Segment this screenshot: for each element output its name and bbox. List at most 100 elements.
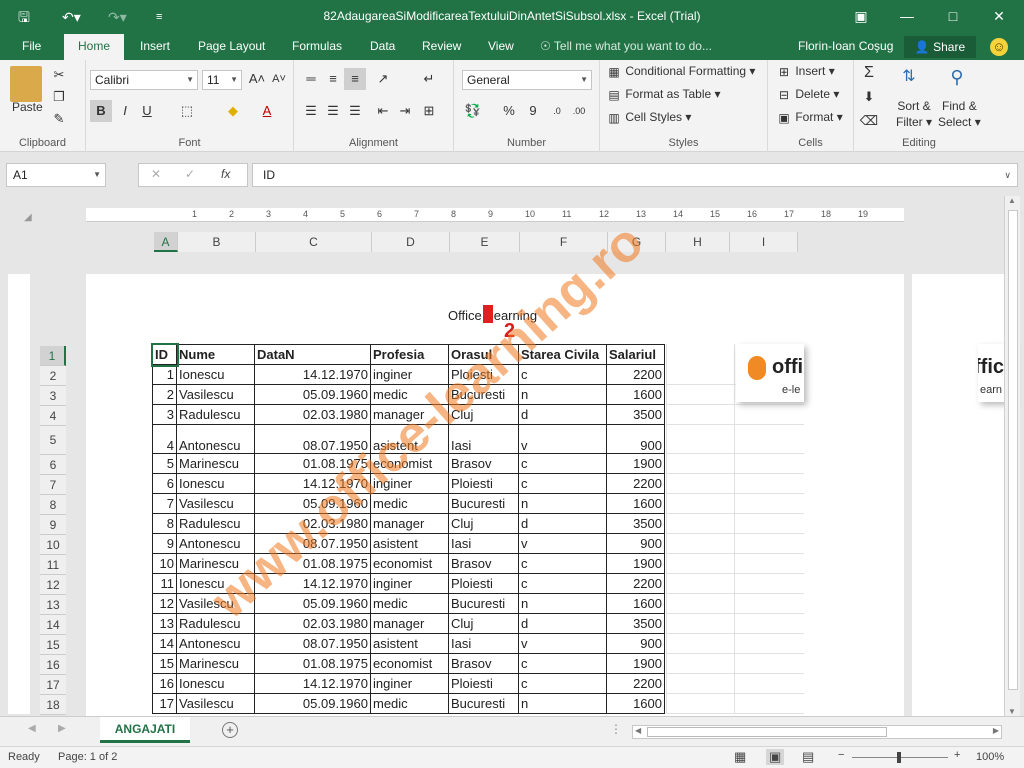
table-cell[interactable]: medic: [370, 384, 449, 405]
scroll-up-icon[interactable]: ▲: [1008, 196, 1016, 205]
table-cell[interactable]: Bucuresti: [448, 593, 519, 614]
table-cell[interactable]: 2: [152, 384, 177, 405]
row-header[interactable]: 9: [40, 515, 66, 535]
row-header[interactable]: 6: [40, 455, 66, 475]
zoom-in-icon[interactable]: +: [954, 749, 960, 761]
align-left-icon[interactable]: ☰: [300, 100, 322, 122]
align-bottom-icon[interactable]: ≡: [344, 68, 366, 90]
page-layout-view-icon[interactable]: ▣: [766, 749, 785, 765]
zoom-out-icon[interactable]: −: [838, 749, 844, 761]
row-header[interactable]: 1: [40, 346, 66, 366]
table-cell[interactable]: manager: [370, 613, 449, 634]
cut-icon[interactable]: ✂: [48, 64, 70, 86]
table-header-cell[interactable]: Starea Civila: [518, 344, 607, 365]
table-cell[interactable]: 1: [152, 364, 177, 385]
underline-button[interactable]: U: [136, 100, 158, 122]
bold-button[interactable]: B: [90, 100, 112, 122]
table-cell[interactable]: 1600: [606, 693, 665, 714]
format-cells-button[interactable]: ▣ Format ▾: [776, 110, 842, 126]
table-cell[interactable]: inginer: [370, 364, 449, 385]
table-cell[interactable]: v: [518, 533, 607, 554]
table-cell[interactable]: asistent: [370, 633, 449, 654]
table-cell[interactable]: 08.07.1950: [254, 424, 371, 454]
row-header[interactable]: 16: [40, 655, 66, 675]
format-painter-icon[interactable]: ✎: [48, 108, 70, 130]
tab-page-layout[interactable]: Page Layout: [196, 34, 267, 60]
table-cell[interactable]: Iasi: [448, 533, 519, 554]
table-cell[interactable]: 6: [152, 473, 177, 494]
row-header[interactable]: 3: [40, 386, 66, 406]
maximize-icon[interactable]: □: [930, 0, 976, 34]
table-cell[interactable]: c: [518, 553, 607, 574]
table-cell[interactable]: v: [518, 424, 607, 454]
table-cell[interactable]: 1600: [606, 384, 665, 405]
table-cell[interactable]: Iasi: [448, 633, 519, 654]
decrease-decimal-icon[interactable]: .00: [568, 100, 590, 122]
table-cell[interactable]: Ploiesti: [448, 673, 519, 694]
format-as-table-button[interactable]: ▤ Format as Table ▾: [606, 87, 720, 103]
font-color-icon[interactable]: A: [256, 100, 278, 122]
table-header-cell[interactable]: Nume: [176, 344, 255, 365]
cancel-icon[interactable]: ✕: [151, 167, 161, 181]
row-header[interactable]: 5: [40, 426, 66, 455]
table-cell[interactable]: c: [518, 653, 607, 674]
column-header-h[interactable]: H: [666, 232, 730, 252]
normal-view-icon[interactable]: ▦: [734, 749, 746, 765]
table-cell[interactable]: inginer: [370, 673, 449, 694]
table-cell[interactable]: 08.07.1950: [254, 633, 371, 654]
row-header[interactable]: 8: [40, 495, 66, 515]
table-cell[interactable]: 3500: [606, 613, 665, 634]
table-cell[interactable]: 02.03.1980: [254, 513, 371, 534]
fill-icon[interactable]: ⬇: [858, 86, 880, 108]
zoom-slider-handle[interactable]: [897, 752, 901, 763]
table-cell[interactable]: Cluj: [448, 613, 519, 634]
table-cell[interactable]: 8: [152, 513, 177, 534]
next-sheet-icon[interactable]: ▶: [58, 723, 66, 734]
table-cell[interactable]: inginer: [370, 473, 449, 494]
table-cell[interactable]: 9: [152, 533, 177, 554]
table-cell[interactable]: c: [518, 573, 607, 594]
increase-indent-icon[interactable]: ⇥: [394, 100, 416, 122]
tab-view[interactable]: View: [486, 34, 516, 60]
paste-icon[interactable]: [10, 66, 42, 102]
prev-sheet-icon[interactable]: ◀: [28, 723, 36, 734]
formula-input[interactable]: ID ∨: [252, 163, 1018, 187]
table-cell[interactable]: Ploiesti: [448, 473, 519, 494]
table-cell[interactable]: asistent: [370, 533, 449, 554]
percent-button[interactable]: %: [498, 100, 520, 122]
align-right-icon[interactable]: ☰: [344, 100, 366, 122]
clear-icon[interactable]: ⌫: [858, 110, 880, 132]
user-name[interactable]: Florin-Ioan Coşug: [798, 34, 893, 60]
row-header[interactable]: 2: [40, 366, 66, 386]
row-header[interactable]: 18: [40, 695, 66, 715]
fill-color-icon[interactable]: ◆: [222, 100, 244, 122]
table-cell[interactable]: 01.08.1975: [254, 453, 371, 474]
row-header[interactable]: 7: [40, 475, 66, 495]
table-cell[interactable]: Bucuresti: [448, 693, 519, 714]
table-cell[interactable]: medic: [370, 593, 449, 614]
table-cell[interactable]: Marinescu: [176, 653, 255, 674]
table-cell[interactable]: 01.08.1975: [254, 553, 371, 574]
close-icon[interactable]: ✕: [976, 0, 1022, 34]
table-cell[interactable]: 2200: [606, 473, 665, 494]
table-cell[interactable]: Radulescu: [176, 513, 255, 534]
table-cell[interactable]: 02.03.1980: [254, 404, 371, 425]
enter-icon[interactable]: ✓: [185, 167, 195, 181]
column-header-g[interactable]: G: [608, 232, 666, 252]
sort-filter-button[interactable]: Sort & Filter ▾: [896, 98, 932, 130]
table-cell[interactable]: 10: [152, 553, 177, 574]
column-header-d[interactable]: D: [372, 232, 450, 252]
column-header-c[interactable]: C: [256, 232, 372, 252]
decrease-indent-icon[interactable]: ⇤: [372, 100, 394, 122]
row-header[interactable]: 17: [40, 675, 66, 695]
row-header[interactable]: 10: [40, 535, 66, 555]
sort-filter-icon[interactable]: ⇅: [898, 66, 920, 88]
table-cell[interactable]: 3500: [606, 513, 665, 534]
table-cell[interactable]: Brasov: [448, 453, 519, 474]
table-cell[interactable]: Vasilescu: [176, 593, 255, 614]
row-header[interactable]: 4: [40, 406, 66, 426]
table-cell[interactable]: Radulescu: [176, 613, 255, 634]
table-cell[interactable]: 900: [606, 533, 665, 554]
table-cell[interactable]: 900: [606, 633, 665, 654]
insert-function-button[interactable]: fx: [221, 167, 230, 181]
